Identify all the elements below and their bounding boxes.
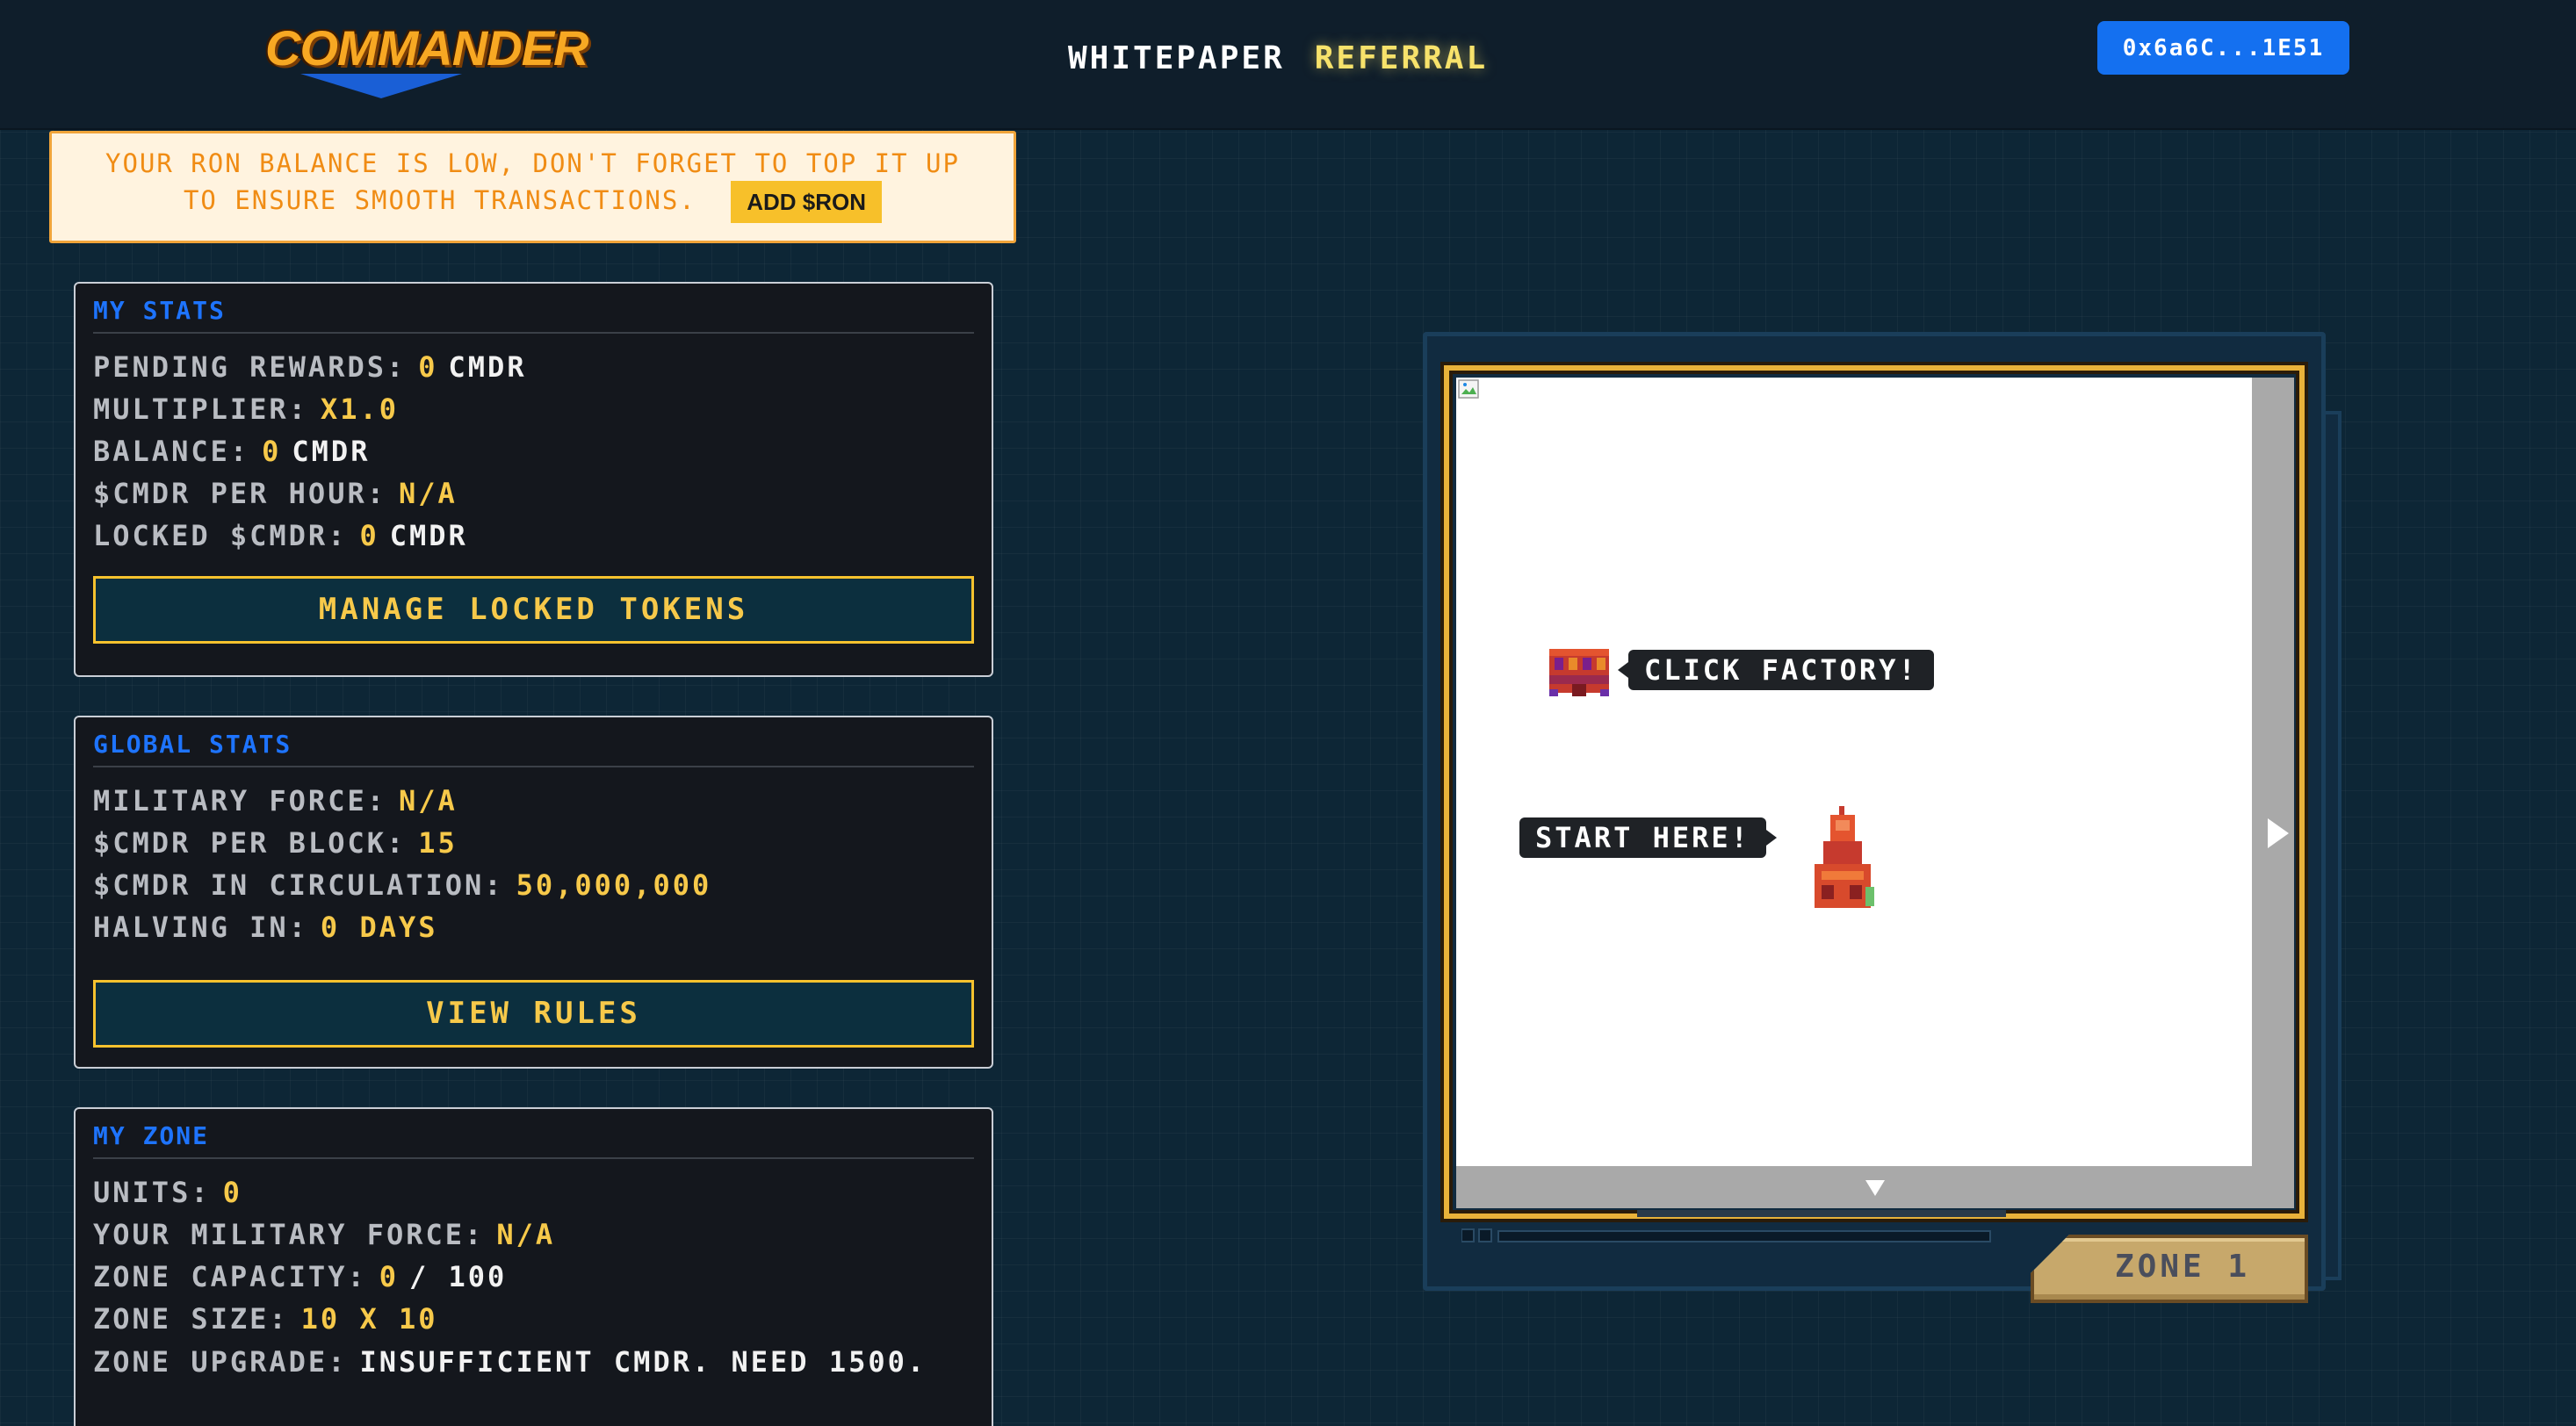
stat-label: $CMDR PER HOUR: [93, 477, 386, 510]
main-nav: WHITEPAPER REFERRAL [1068, 40, 1488, 76]
stat-military-force: MILITARY FORCE: N/A [93, 780, 974, 822]
commander-logo[interactable]: COMMANDER [265, 19, 588, 98]
stat-value: N/A [398, 784, 458, 817]
arrow-right-icon[interactable] [2268, 818, 2289, 848]
stat-your-military-force: YOUR MILITARY FORCE: N/A [93, 1214, 974, 1256]
my-stats-list: PENDING REWARDS: 0 CMDR MULTIPLIER: X1.0 BA… [93, 334, 974, 557]
stat-value: 0 [359, 519, 379, 552]
stat-value: INSUFFICIENT CMDR. NEED 1500. [359, 1345, 927, 1379]
stat-halving-in: HALVING IN: 0 DAYS [93, 906, 974, 948]
warning-text-line-2: TO ENSURE SMOOTH TRANSACTIONS. [183, 185, 696, 215]
stat-value: 15 [418, 826, 458, 860]
stat-unit: CMDR [389, 519, 468, 552]
broken-image-icon [1458, 379, 1479, 399]
global-stats-title: GLOBAL STATS [93, 717, 974, 767]
warning-text-line-1: YOUR RON BALANCE IS LOW, DON'T FORGET TO… [105, 148, 960, 178]
my-zone-title: MY ZONE [93, 1109, 974, 1159]
stat-value: X1.0 [320, 393, 399, 426]
global-stats-list: MILITARY FORCE: N/A $CMDR PER BLOCK: 15 $C… [93, 767, 974, 948]
game-viewport[interactable]: CLICK FACTORY! START HERE! [1456, 378, 2294, 1208]
stat-label: ZONE SIZE: [93, 1302, 289, 1336]
headquarters-icon[interactable] [1804, 806, 1876, 910]
stat-multiplier: MULTIPLIER: X1.0 [93, 388, 974, 430]
stat-label: YOUR MILITARY FORCE: [93, 1218, 485, 1251]
my-zone-panel: MY ZONE UNITS: 0 YOUR MILITARY FORCE: N/A … [74, 1107, 993, 1426]
zone-label-badge: ZONE 1 [2031, 1235, 2308, 1303]
stat-value: 0 [262, 435, 282, 468]
nav-whitepaper[interactable]: WHITEPAPER [1068, 40, 1285, 76]
arrow-down-icon[interactable] [1865, 1180, 1885, 1196]
manage-locked-tokens-button[interactable]: MANAGE LOCKED TOKENS [93, 576, 974, 644]
stat-label: UNITS: [93, 1176, 211, 1209]
stat-cmdr-per-block: $CMDR PER BLOCK: 15 [93, 822, 974, 864]
start-here-tooltip: START HERE! [1519, 817, 1777, 858]
stat-units: UNITS: 0 [93, 1171, 974, 1214]
stat-label: $CMDR PER BLOCK: [93, 826, 407, 860]
stat-label: HALVING IN: [93, 911, 308, 944]
stat-zone-upgrade: ZONE UPGRADE: INSUFFICIENT CMDR. NEED 150… [93, 1340, 974, 1379]
wallet-address-button[interactable]: 0x6a6C...1E51 [2097, 21, 2349, 75]
my-stats-panel: MY STATS PENDING REWARDS: 0 CMDR MULTIPLIE… [74, 282, 993, 677]
stat-value: 0 [222, 1176, 242, 1209]
stat-value: N/A [398, 477, 458, 510]
nav-referral[interactable]: REFERRAL [1315, 40, 1488, 76]
stat-cmdr-circulation: $CMDR IN CIRCULATION: 50,000,000 [93, 864, 974, 906]
add-ron-button[interactable]: ADD $RON [731, 181, 883, 223]
stat-label: LOCKED $CMDR: [93, 519, 348, 552]
stat-value: 10 X 10 [300, 1302, 438, 1336]
click-factory-tooltip: CLICK FACTORY! [1618, 650, 1934, 690]
stat-label: PENDING REWARDS: [93, 350, 407, 384]
factory-icon[interactable] [1546, 644, 1613, 698]
stat-label: ZONE CAPACITY: [93, 1260, 367, 1293]
stat-locked-cmdr: LOCKED $CMDR: 0 CMDR [93, 515, 974, 557]
my-zone-list: UNITS: 0 YOUR MILITARY FORCE: N/A ZONE CAP… [93, 1159, 974, 1379]
stat-label: $CMDR IN CIRCULATION: [93, 868, 504, 902]
stat-zone-capacity: ZONE CAPACITY: 0 / 100 [93, 1256, 974, 1298]
stat-value: 50,000,000 [516, 868, 712, 902]
stat-suffix: / 100 [408, 1260, 508, 1293]
stat-value: 0 [379, 1260, 399, 1293]
global-stats-panel: GLOBAL STATS MILITARY FORCE: N/A $CMDR PE… [74, 716, 993, 1069]
stat-label: BALANCE: [93, 435, 250, 468]
top-header: COMMANDER WHITEPAPER REFERRAL 0x6a6C...1… [0, 0, 2576, 130]
stat-pending-rewards: PENDING REWARDS: 0 CMDR [93, 346, 974, 388]
low-balance-warning: YOUR RON BALANCE IS LOW, DON'T FORGET TO… [49, 131, 1016, 243]
stat-unit: CMDR [292, 435, 371, 468]
stat-balance: BALANCE: 0 CMDR [93, 430, 974, 472]
stat-label: MULTIPLIER: [93, 393, 308, 426]
stat-value: 0 DAYS [320, 911, 438, 944]
view-rules-button[interactable]: VIEW RULES [93, 980, 974, 1048]
stat-value: 0 [418, 350, 438, 384]
stat-label: ZONE UPGRADE: [93, 1345, 348, 1379]
stat-zone-size: ZONE SIZE: 10 X 10 [93, 1298, 974, 1340]
logo-wing-shape [300, 74, 462, 98]
stat-label: MILITARY FORCE: [93, 784, 386, 817]
my-stats-title: MY STATS [93, 284, 974, 334]
logo-text: COMMANDER [265, 20, 588, 76]
stat-value: N/A [496, 1218, 556, 1251]
vertical-scrollbar[interactable] [2252, 378, 2294, 1208]
stat-cmdr-per-hour: $CMDR PER HOUR: N/A [93, 472, 974, 515]
game-frame: CLICK FACTORY! START HERE! [1423, 332, 2341, 1291]
stat-unit: CMDR [448, 350, 527, 384]
